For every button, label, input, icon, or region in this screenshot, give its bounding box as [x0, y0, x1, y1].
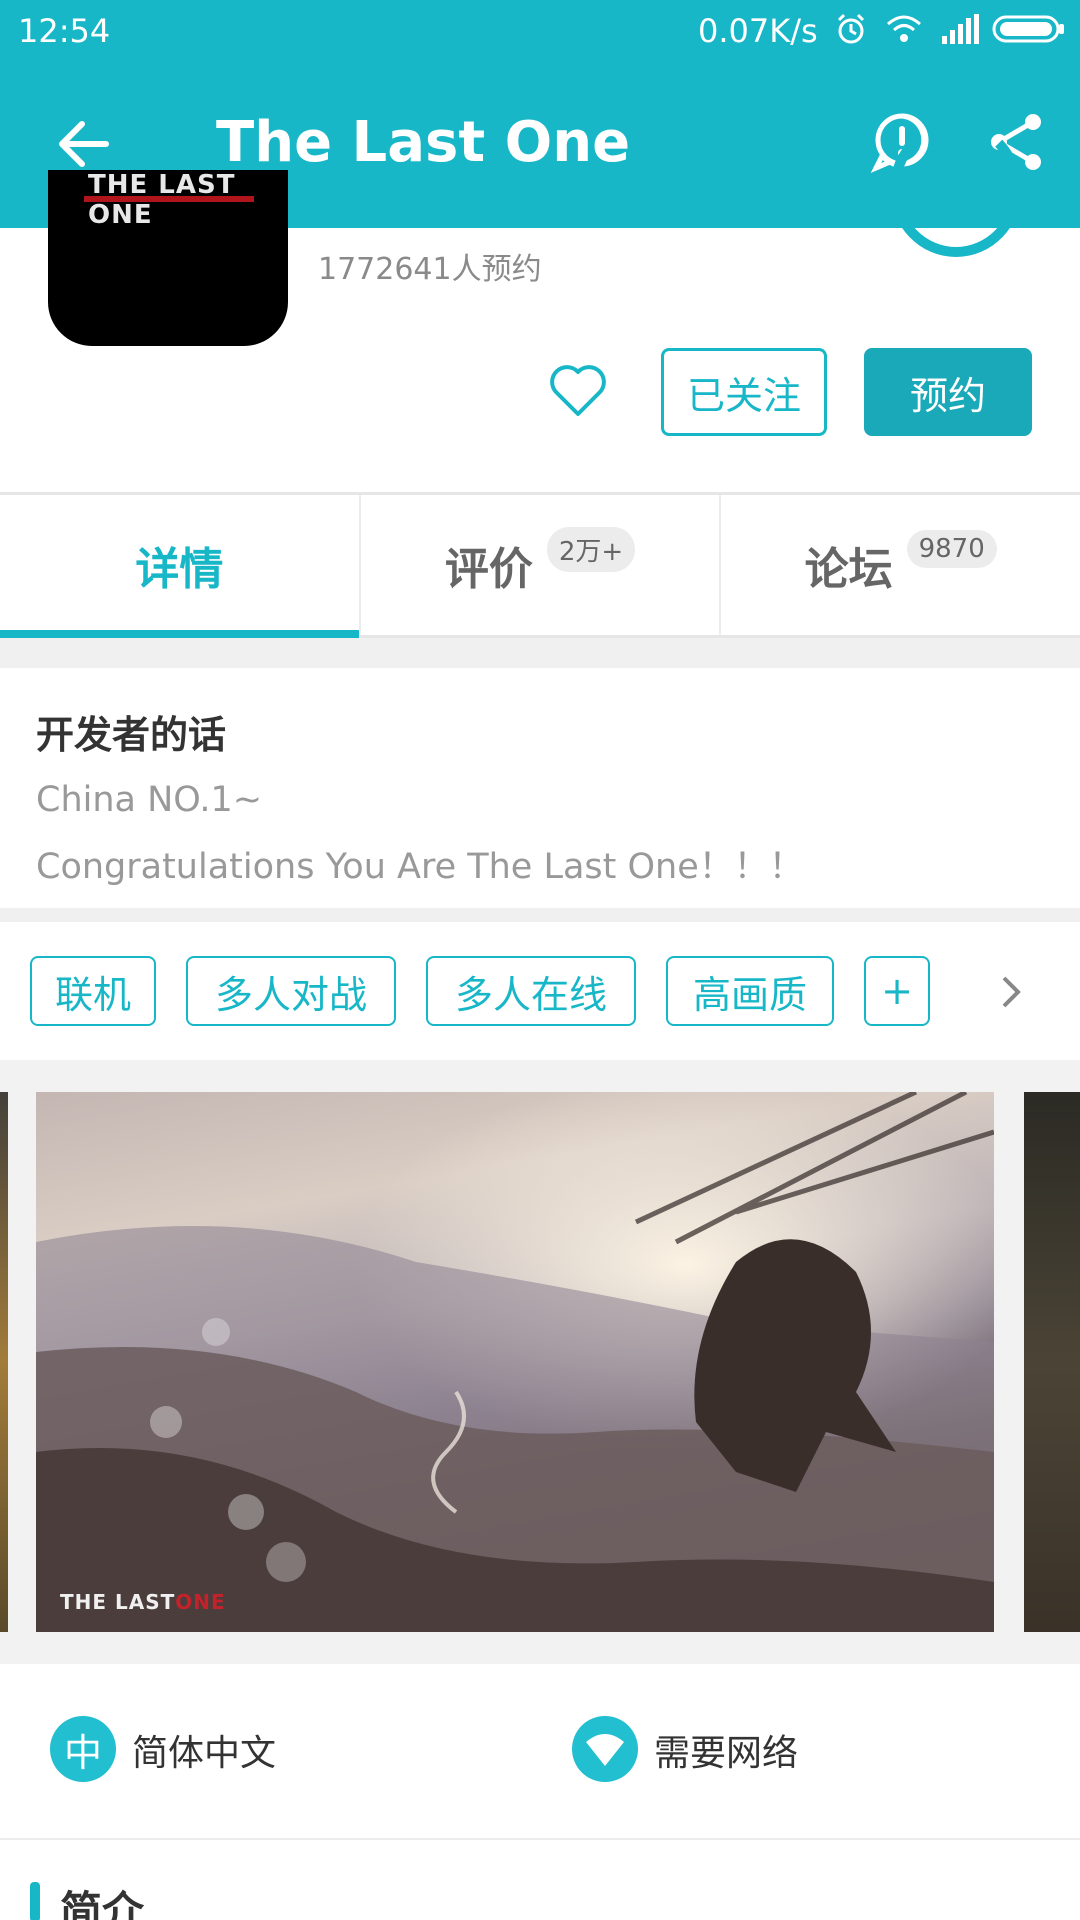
- game-icon: THE LAST ONE: [48, 170, 288, 346]
- tab-details[interactable]: 详情: [0, 495, 361, 638]
- tab-reviews[interactable]: 评价 2万+: [361, 495, 722, 635]
- network-icon: [572, 1716, 638, 1782]
- screenshot-logo-red: ONE: [175, 1590, 226, 1614]
- back-arrow-icon[interactable]: [52, 112, 116, 176]
- tag-multiplayer-battle[interactable]: 多人对战: [186, 956, 396, 1026]
- section-marker: [30, 1882, 40, 1920]
- status-net-speed: 0.07K/s: [698, 12, 818, 50]
- tab-forum[interactable]: 论坛 9870: [721, 495, 1080, 635]
- followed-button[interactable]: 已关注: [661, 348, 827, 436]
- page-title: The Last One: [216, 110, 631, 175]
- developer-line-2: Congratulations You Are The Last One！！！: [36, 847, 804, 887]
- tab-forum-label: 论坛: [804, 544, 893, 595]
- intro-section: 简介: [0, 1842, 1080, 1920]
- logo-strip: [84, 196, 254, 202]
- language-icon: 中: [50, 1716, 116, 1782]
- tab-bar: 详情 评价 2万+ 论坛 9870: [0, 492, 1080, 638]
- screenshot-next[interactable]: [1024, 1092, 1080, 1632]
- tag-multiplayer-online[interactable]: 多人在线: [426, 956, 636, 1026]
- developer-heading: 开发者的话: [36, 713, 227, 757]
- alarm-icon: [834, 12, 868, 50]
- intro-heading: 简介: [60, 1887, 145, 1920]
- forum-count-badge: 9870: [906, 530, 997, 568]
- language-label: 简体中文: [132, 1733, 277, 1774]
- chevron-right-icon[interactable]: [996, 970, 1026, 1014]
- divider: [0, 638, 1080, 668]
- reservation-count: 1772641人预约: [318, 252, 542, 287]
- developer-line-1: China NO.1~: [36, 780, 263, 820]
- screenshot-logo: THE LASTONE: [60, 1590, 226, 1614]
- divider: [0, 908, 1080, 922]
- reserve-button[interactable]: 预约: [864, 348, 1032, 436]
- screenshot-previous[interactable]: [0, 1092, 8, 1632]
- tab-details-label: 详情: [135, 544, 224, 595]
- tab-reviews-label: 评价: [444, 544, 533, 595]
- reviews-count-badge: 2万+: [546, 526, 636, 572]
- tag-high-quality[interactable]: 高画质: [666, 956, 834, 1026]
- screenshot-logo-white: THE LAST: [60, 1590, 176, 1614]
- tag-row: 联机 多人对战 多人在线 高画质 +: [0, 922, 1080, 1060]
- rating-circle: [890, 120, 1022, 257]
- status-bar: 12:54 0.07K/s: [0, 0, 1080, 60]
- wifi-icon: [886, 12, 922, 50]
- signal-icon: [940, 12, 980, 50]
- screenshot-main[interactable]: THE LASTONE: [36, 1092, 994, 1632]
- heart-icon[interactable]: [548, 362, 608, 418]
- game-info-row: 中 简体中文 需要网络: [0, 1664, 1080, 1840]
- tab-active-indicator: [0, 630, 359, 638]
- developer-section: 开发者的话 China NO.1~ Congratulations You Ar…: [0, 668, 1080, 908]
- network-label: 需要网络: [654, 1733, 799, 1774]
- add-tag-button[interactable]: +: [864, 956, 930, 1026]
- status-time: 12:54: [18, 12, 111, 50]
- tag-online[interactable]: 联机: [30, 956, 156, 1026]
- screenshot-scene: [36, 1092, 994, 1632]
- battery-icon: [992, 14, 1066, 48]
